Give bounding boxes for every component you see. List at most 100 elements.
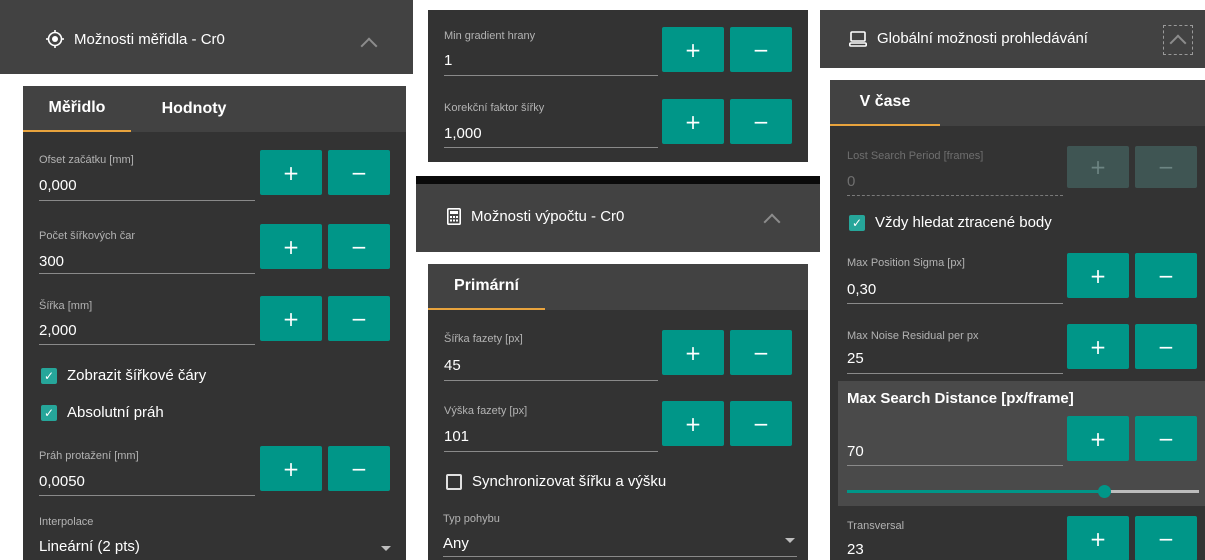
checkbox-label: Absolutní práh xyxy=(67,404,164,421)
width-lines-minus-button[interactable]: − xyxy=(328,224,390,269)
checkbox-unchecked-icon xyxy=(446,473,462,490)
field-underline xyxy=(847,465,1063,466)
max-noise-residual-input[interactable]: 25 xyxy=(847,350,864,367)
field-underline xyxy=(39,495,255,496)
tab-meridlo[interactable]: Měřidlo xyxy=(23,86,131,132)
tab-primarni[interactable]: Primární xyxy=(428,264,545,310)
max-search-minus-button[interactable]: − xyxy=(1135,416,1197,461)
width-mm-input[interactable]: 2,000 xyxy=(39,322,77,339)
middle-panel-title-text: Možnosti výpočtu - Cr0 xyxy=(471,208,625,225)
facet-height-minus-button[interactable]: − xyxy=(730,401,792,446)
always-search-lost-checkbox[interactable]: ✓ Vždy hledat ztracené body xyxy=(849,214,1052,231)
field-underline xyxy=(39,200,255,201)
dropdown-caret-icon[interactable] xyxy=(381,546,391,551)
sync-width-height-checkbox[interactable]: Synchronizovat šířku a výšku xyxy=(446,473,666,490)
field-label: Korekční faktor šířky xyxy=(444,102,545,114)
facet-height-input[interactable]: 101 xyxy=(444,428,469,445)
field-label: Ofset začátku [mm] xyxy=(39,154,134,166)
transversal-input[interactable]: 23 xyxy=(847,541,864,558)
lost-search-minus-button: − xyxy=(1135,146,1197,188)
dropdown-caret-icon[interactable] xyxy=(785,538,795,543)
facet-width-plus-button[interactable]: + xyxy=(662,330,724,375)
width-correction-minus-button[interactable]: − xyxy=(730,99,792,144)
stretch-threshold-plus-button[interactable]: + xyxy=(260,446,322,491)
interpolation-select[interactable]: Lineární (2 pts) xyxy=(39,538,140,555)
field-underline xyxy=(847,303,1063,304)
max-noise-residual-minus-button[interactable]: − xyxy=(1135,324,1197,369)
field-label: Max Noise Residual per px xyxy=(847,330,979,342)
transversal-plus-button[interactable]: + xyxy=(1067,516,1129,560)
field-label: Výška fazety [px] xyxy=(444,405,528,417)
width-mm-plus-button[interactable]: + xyxy=(260,296,322,341)
stretch-threshold-input[interactable]: 0,0050 xyxy=(39,473,85,490)
min-gradient-input[interactable]: 1 xyxy=(444,52,452,69)
lost-search-period-input: 0 xyxy=(847,173,856,190)
stretch-threshold-minus-button[interactable]: − xyxy=(328,446,390,491)
middle-panel-title: Možnosti výpočtu - Cr0 xyxy=(447,208,624,225)
field-label: Transversal xyxy=(847,520,905,532)
field-underline xyxy=(444,380,658,381)
offset-start-input[interactable]: 0,000 xyxy=(39,177,77,194)
absolute-threshold-checkbox[interactable]: ✓ Absolutní práh xyxy=(41,404,164,421)
width-lines-plus-button[interactable]: + xyxy=(260,224,322,269)
min-gradient-minus-button[interactable]: − xyxy=(730,27,792,72)
tab-v-case[interactable]: V čase xyxy=(830,80,940,126)
max-position-sigma-plus-button[interactable]: + xyxy=(1067,253,1129,298)
max-search-distance-input[interactable]: 70 xyxy=(847,443,864,460)
slider-fill xyxy=(847,490,1104,493)
max-search-slider[interactable] xyxy=(847,485,1199,498)
lost-search-plus-button: + xyxy=(1067,146,1129,188)
field-label: Min gradient hrany xyxy=(444,30,536,42)
offset-start-plus-button[interactable]: + xyxy=(260,150,322,195)
right-panel-title: Globální možnosti prohledávání xyxy=(849,30,1088,47)
width-lines-count-input[interactable]: 300 xyxy=(39,253,64,270)
field-label: Typ pohybu xyxy=(443,513,500,525)
right-panel-title-text: Globální možnosti prohledávání xyxy=(877,30,1088,47)
checkbox-check-icon: ✓ xyxy=(41,367,57,384)
computer-icon xyxy=(849,30,867,47)
field-label: Počet šířkových čar xyxy=(39,230,135,242)
field-underline xyxy=(39,344,255,345)
field-label: Práh protažení [mm] xyxy=(39,450,139,462)
field-label: Šířka fazety [px] xyxy=(444,333,523,345)
max-noise-residual-plus-button[interactable]: + xyxy=(1067,324,1129,369)
width-mm-minus-button[interactable]: − xyxy=(328,296,390,341)
min-gradient-plus-button[interactable]: + xyxy=(662,27,724,72)
max-search-title: Max Search Distance [px/frame] xyxy=(847,390,1074,407)
field-underline-dashed xyxy=(847,195,1063,196)
offset-start-minus-button[interactable]: − xyxy=(328,150,390,195)
checkbox-label: Synchronizovat šířku a výšku xyxy=(472,473,667,490)
field-underline xyxy=(847,373,1063,374)
slider-thumb[interactable] xyxy=(1097,485,1111,498)
checkbox-label: Vždy hledat ztracené body xyxy=(875,214,1052,231)
left-panel-title: Možnosti měřidla - Cr0 xyxy=(46,30,225,48)
field-underline xyxy=(444,147,658,148)
field-label: Lost Search Period [frames] xyxy=(847,150,984,162)
field-underline xyxy=(444,75,658,76)
max-position-sigma-minus-button[interactable]: − xyxy=(1135,253,1197,298)
show-width-lines-checkbox[interactable]: ✓ Zobrazit šířkové čáry xyxy=(41,367,206,384)
motion-type-select[interactable]: Any xyxy=(443,535,469,552)
target-icon xyxy=(46,30,64,48)
checkbox-label: Zobrazit šířkové čáry xyxy=(67,367,207,384)
left-panel-title-text: Možnosti měřidla - Cr0 xyxy=(74,30,225,48)
max-position-sigma-input[interactable]: 0,30 xyxy=(847,281,876,298)
field-label: Šířka [mm] xyxy=(39,300,93,312)
width-correction-plus-button[interactable]: + xyxy=(662,99,724,144)
facet-width-input[interactable]: 45 xyxy=(444,357,461,374)
facet-height-plus-button[interactable]: + xyxy=(662,401,724,446)
field-underline xyxy=(443,556,797,557)
width-correction-input[interactable]: 1,000 xyxy=(444,125,482,142)
field-label: Max Position Sigma [px] xyxy=(847,257,965,269)
field-underline xyxy=(39,273,255,274)
facet-width-minus-button[interactable]: − xyxy=(730,330,792,375)
checkbox-check-icon: ✓ xyxy=(849,214,865,231)
panel-divider xyxy=(416,176,820,184)
tab-hodnoty[interactable]: Hodnoty xyxy=(131,86,257,132)
max-search-plus-button[interactable]: + xyxy=(1067,416,1129,461)
field-label: Interpolace xyxy=(39,516,94,528)
field-underline xyxy=(444,451,658,452)
checkbox-check-icon: ✓ xyxy=(41,404,57,421)
transversal-minus-button[interactable]: − xyxy=(1135,516,1197,560)
calculator-icon xyxy=(447,208,461,225)
